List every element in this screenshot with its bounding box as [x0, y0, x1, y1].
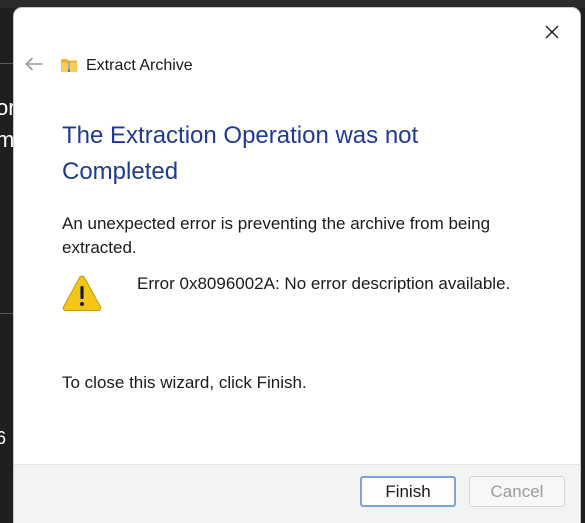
back-arrow-icon [25, 57, 43, 71]
window-title: Extract Archive [86, 57, 193, 74]
back-button[interactable] [22, 52, 46, 76]
close-button[interactable] [536, 16, 568, 48]
dialog-footer: Finish Cancel [14, 464, 580, 523]
background-divider [0, 313, 14, 314]
page-heading: The Extraction Operation was not Complet… [62, 122, 419, 185]
cancel-button[interactable]: Cancel [469, 476, 565, 507]
error-code-message: Error 0x8096002A: No error description a… [137, 274, 511, 293]
background-divider [0, 63, 14, 64]
close-icon [545, 25, 559, 39]
background-text-fragment: m [0, 127, 15, 152]
zip-folder-icon [61, 59, 77, 72]
finish-button[interactable]: Finish [360, 476, 456, 507]
extract-archive-dialog: Extract Archive The Extraction Operation… [14, 8, 580, 523]
background-title-bar [0, 0, 585, 8]
warning-icon [62, 275, 102, 311]
error-description: An unexpected error is preventing the ar… [62, 214, 491, 257]
background-text-fragment: 6 [0, 428, 7, 448]
close-instruction: To close this wizard, click Finish. [62, 373, 307, 392]
